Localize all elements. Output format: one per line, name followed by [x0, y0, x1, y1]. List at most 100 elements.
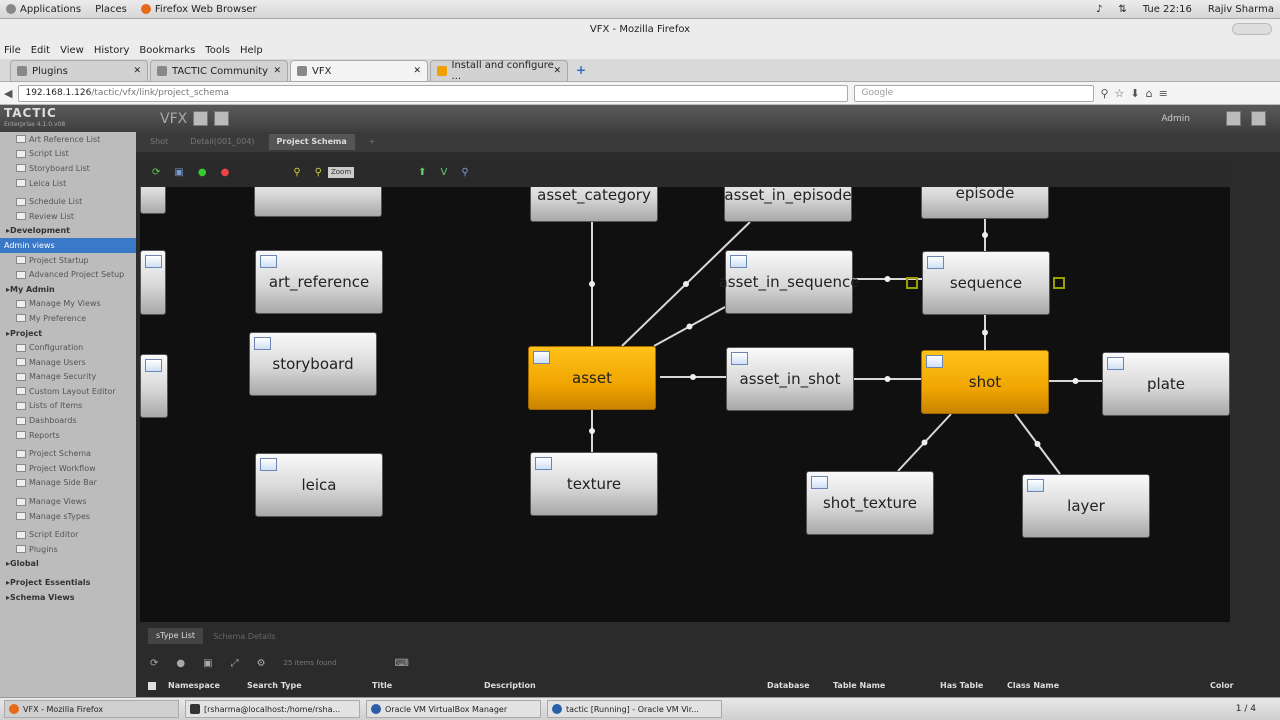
- task-firefox[interactable]: VFX - Mozilla Firefox: [4, 700, 179, 718]
- menu-bookmarks[interactable]: Bookmarks: [139, 45, 195, 56]
- sidebar-item-schedule-list[interactable]: Schedule List: [0, 194, 136, 209]
- sidebar-item-leica-list[interactable]: Leica List: [0, 176, 136, 191]
- workspace-indicator[interactable]: 1 / 4: [1236, 704, 1256, 714]
- add-node-icon[interactable]: ●: [198, 167, 207, 178]
- column-header-namespace[interactable]: Namespace: [168, 681, 220, 690]
- sidebar-item-script-editor[interactable]: Script Editor: [0, 527, 136, 542]
- expand-icon[interactable]: ⤢: [231, 658, 239, 669]
- close-icon[interactable]: ✕: [553, 66, 561, 76]
- schema-node-shot[interactable]: shot: [921, 350, 1049, 414]
- select-all-checkbox[interactable]: [148, 682, 156, 690]
- sidebar-item-art-reference-list[interactable]: Art Reference List: [0, 132, 136, 147]
- admin-user[interactable]: Admin: [1161, 114, 1190, 124]
- sidebar-item-manage-views[interactable]: Manage Views: [0, 494, 136, 509]
- tab-vfx[interactable]: VFX ✕: [290, 60, 428, 81]
- schema-node-sequence[interactable]: sequence: [922, 251, 1050, 315]
- task-virtualbox-running[interactable]: tactic [Running] - Oracle VM Vir...: [547, 700, 722, 718]
- schema-node[interactable]: [140, 354, 168, 418]
- zoom-out-icon[interactable]: ⚲: [315, 167, 322, 178]
- firefox-launcher[interactable]: Firefox Web Browser: [140, 4, 257, 15]
- schema-node-asset-category[interactable]: asset_category: [530, 187, 658, 222]
- schema-node[interactable]: [140, 250, 166, 315]
- column-header-has-table[interactable]: Has Table: [940, 681, 983, 690]
- schema-node-shot-texture[interactable]: shot_texture: [806, 471, 934, 535]
- connector-handle-right[interactable]: [1053, 277, 1065, 289]
- sidebar-item-project-startup[interactable]: Project Startup: [0, 253, 136, 268]
- places-menu[interactable]: Places: [95, 4, 127, 15]
- search-icon[interactable]: ⚲: [1100, 87, 1108, 100]
- schema-node-asset[interactable]: asset: [528, 346, 656, 410]
- schema-node-layer[interactable]: layer: [1022, 474, 1150, 538]
- schema-node-episode[interactable]: episode: [921, 187, 1049, 219]
- home-icon[interactable]: ⌂: [1146, 87, 1153, 100]
- sidebar-item-plugins[interactable]: Plugins: [0, 542, 136, 557]
- validate-icon[interactable]: V: [441, 167, 448, 178]
- tab-install-configure[interactable]: Install and configure ... ✕: [430, 60, 568, 82]
- column-header-description[interactable]: Description: [484, 681, 536, 690]
- sidebar-item-manage-stypes[interactable]: Manage sTypes: [0, 509, 136, 524]
- tab-tactic-community[interactable]: TACTIC Community ✕: [150, 60, 288, 81]
- close-icon[interactable]: ✕: [273, 66, 281, 76]
- column-header-color[interactable]: Color: [1210, 681, 1234, 690]
- menu-history[interactable]: History: [94, 45, 130, 56]
- back-arrow-icon[interactable]: ◀: [4, 87, 12, 100]
- tab-shot[interactable]: Shot: [142, 134, 176, 150]
- menu-view[interactable]: View: [60, 45, 84, 56]
- new-tab-button[interactable]: +: [570, 63, 592, 81]
- save-icon[interactable]: [193, 111, 209, 126]
- connector-handle-left[interactable]: [906, 277, 918, 289]
- clock[interactable]: Tue 22:16: [1143, 4, 1192, 15]
- sidebar-item-dashboards[interactable]: Dashboards: [0, 413, 136, 428]
- gear-icon[interactable]: ⚙: [257, 658, 266, 669]
- close-icon[interactable]: ✕: [133, 66, 141, 76]
- schema-node-asset-in-sequence[interactable]: asset_in_sequence: [719, 250, 859, 314]
- zoom-in-icon[interactable]: ⚲: [293, 167, 300, 178]
- column-header-search-type[interactable]: Search Type: [247, 681, 302, 690]
- sidebar-item-admin-views[interactable]: Admin views: [0, 238, 136, 253]
- add-icon[interactable]: ●: [176, 658, 185, 669]
- search-icon[interactable]: [1226, 111, 1241, 126]
- schema-node[interactable]: [254, 187, 382, 217]
- schema-node[interactable]: [140, 187, 166, 214]
- task-terminal[interactable]: [rsharma@localhost:/home/rsha...: [185, 700, 360, 718]
- task-virtualbox-manager[interactable]: Oracle VM VirtualBox Manager: [366, 700, 541, 718]
- schema-node-texture[interactable]: texture: [530, 452, 658, 516]
- sidebar-item-project-essentials[interactable]: ▸ Project Essentials: [0, 575, 136, 590]
- column-header-title[interactable]: Title: [372, 681, 392, 690]
- menu-tools[interactable]: Tools: [205, 45, 230, 56]
- schema-node-art-reference[interactable]: art_reference: [255, 250, 383, 314]
- tab-stype-list[interactable]: sType List: [148, 628, 204, 644]
- sidebar-item-manage-side-bar[interactable]: Manage Side Bar: [0, 476, 136, 491]
- sidebar-item-review-list[interactable]: Review List: [0, 209, 136, 224]
- sidebar-item-lists-of-items[interactable]: Lists of Items: [0, 399, 136, 414]
- sidebar-item-manage-security[interactable]: Manage Security: [0, 370, 136, 385]
- sidebar-item-project-schema[interactable]: Project Schema: [0, 446, 136, 461]
- tab-project-schema[interactable]: Project Schema: [268, 134, 355, 150]
- search-icon[interactable]: ⚲: [461, 167, 468, 178]
- sidebar-item-project-workflow[interactable]: Project Workflow: [0, 461, 136, 476]
- menu-edit[interactable]: Edit: [31, 45, 50, 56]
- sidebar-item-reports[interactable]: Reports: [0, 428, 136, 443]
- sidebar-item-my-preference[interactable]: My Preference: [0, 311, 136, 326]
- sidebar-item-global[interactable]: ▸ Global: [0, 557, 136, 572]
- schema-node-asset-in-shot[interactable]: asset_in_shot: [726, 347, 854, 411]
- search-input[interactable]: Google: [854, 84, 1095, 102]
- sidebar-item-configuration[interactable]: Configuration: [0, 340, 136, 355]
- download-icon[interactable]: ⬇: [1130, 87, 1139, 100]
- column-header-database[interactable]: Database: [767, 681, 810, 690]
- sidebar-item-manage-my-views[interactable]: Manage My Views: [0, 297, 136, 312]
- column-header-class-name[interactable]: Class Name: [1007, 681, 1059, 690]
- image-icon[interactable]: [214, 111, 230, 126]
- schema-node-leica[interactable]: leica: [255, 453, 383, 517]
- close-icon[interactable]: ✕: [413, 66, 421, 76]
- delete-node-icon[interactable]: ●: [221, 167, 230, 178]
- sidebar-item-advanced-project-setup[interactable]: Advanced Project Setup: [0, 267, 136, 282]
- applications-menu[interactable]: Applications: [6, 4, 81, 15]
- window-controls[interactable]: [1232, 23, 1272, 35]
- sidebar-item-project[interactable]: ▸ Project: [0, 326, 136, 341]
- sidebar-item-custom-layout-editor[interactable]: Custom Layout Editor: [0, 384, 136, 399]
- tab-detail[interactable]: Detail(001_004): [182, 134, 262, 150]
- url-bar[interactable]: 192.168.1.126/tactic/vfx/link/project_sc…: [18, 84, 849, 102]
- bookmark-star-icon[interactable]: ☆: [1115, 87, 1125, 100]
- sidebar-item-development[interactable]: ▸ Development: [0, 224, 136, 239]
